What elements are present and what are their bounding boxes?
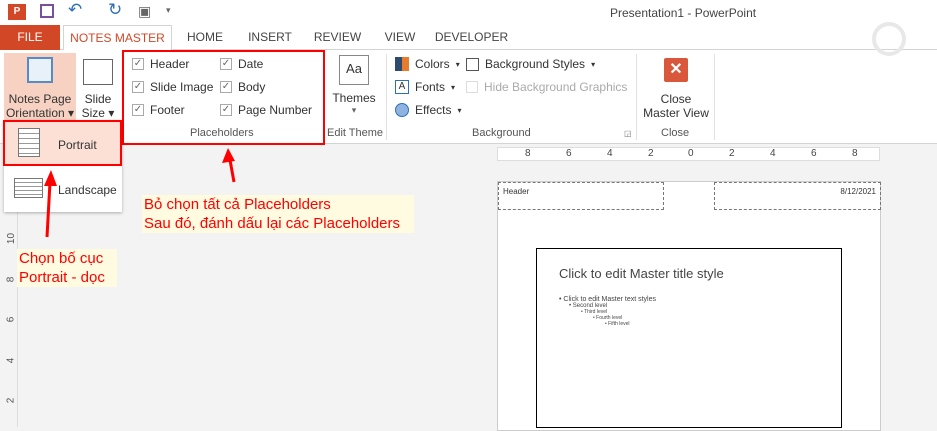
arrow-to-portrait xyxy=(45,181,52,238)
help-icon[interactable] xyxy=(872,22,906,56)
arrow-head xyxy=(222,148,235,163)
arrow-to-placeholders xyxy=(228,159,236,183)
arrow-head xyxy=(44,170,57,186)
annotation-arrows xyxy=(44,148,236,238)
